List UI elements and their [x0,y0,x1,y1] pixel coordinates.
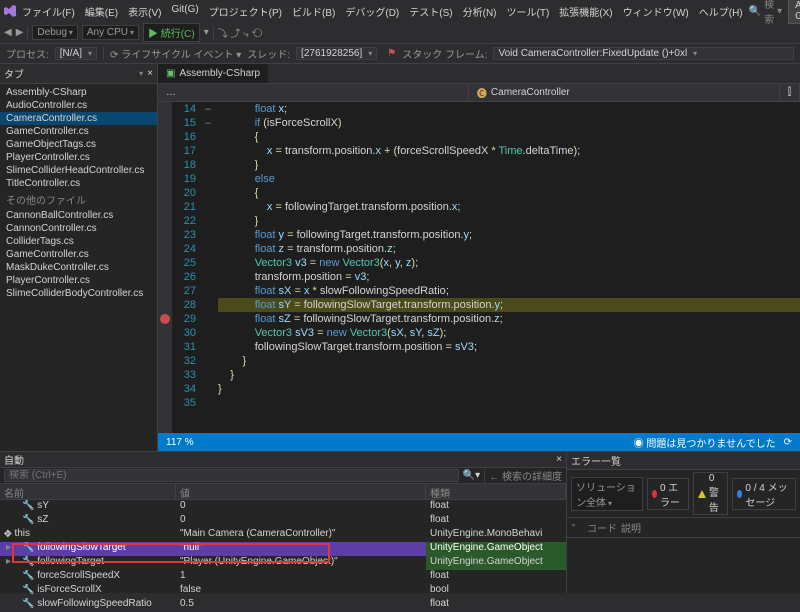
back-icon[interactable]: ◀ [4,27,12,38]
stackframe-combo[interactable]: Void CameraController:FixedUpdate ()+0xl [493,47,794,60]
autos-row[interactable]: 🔧 forceScrollSpeedX1float [0,570,566,584]
menu-item[interactable]: ビルド(B) [288,2,339,21]
file-item[interactable]: AudioController.cs [0,99,157,112]
autos-row[interactable]: ▸🔧 followingTarget"Player (UnityEngine.G… [0,556,566,570]
autos-row[interactable]: 🔧 isForceScrollXfalsebool [0,584,566,598]
menu-item[interactable]: テスト(S) [405,2,456,21]
close-icon[interactable]: × [556,454,562,465]
autos-col-value[interactable]: 値 [176,484,426,499]
quick-search[interactable]: 🔍検索▾ [749,0,782,26]
breakpoint-icon[interactable] [160,314,170,324]
flag-icon[interactable]: ⚑ [387,48,396,59]
breadcrumb-class[interactable]: 🅒 CameraController [469,84,780,101]
csharp-icon: ▣ [166,68,175,79]
menu-item[interactable]: Git(G) [167,2,202,21]
thread-combo[interactable]: [2761928256] [296,47,377,60]
config-dropdown[interactable]: Debug [32,25,77,40]
menu-item[interactable]: 分析(N) [459,2,501,21]
menu-item[interactable]: ファイル(F) [18,2,79,21]
menu-item[interactable]: ウィンドウ(W) [619,2,693,21]
zoom-level[interactable]: 117 % [166,437,194,448]
menu-item[interactable]: 拡張機能(X) [555,2,616,21]
file-item[interactable]: CannonBallController.cs [0,209,157,222]
code-editor[interactable]: 1415161718192021222324252627282930313233… [158,102,800,433]
autos-row[interactable]: 🔧 sY0float [0,500,566,514]
file-item[interactable]: MaskDukeController.cs [0,261,157,274]
autos-row[interactable]: 🔧 slowFollowingSpeedRatio0.5float [0,598,566,612]
errlist-col-desc[interactable]: 説明 [621,520,641,535]
file-item[interactable]: PlayerController.cs [0,274,157,287]
errorlist-tab: エラー一覧 [571,453,621,468]
file-item[interactable]: Assembly-CSharp [0,86,157,99]
autos-tab: 自動 [4,452,24,467]
vs-logo-icon [4,4,16,18]
autos-col-name[interactable]: 名前 [0,484,176,499]
editor-tab[interactable]: ▣ Assembly-CSharp [158,64,268,83]
file-item[interactable]: SlimeColliderBodyController.cs [0,287,157,300]
close-icon[interactable]: × [147,68,153,79]
error-counter[interactable]: 0 エラー [647,478,689,510]
menu-item[interactable]: プロジェクト(P) [205,2,286,21]
platform-dropdown[interactable]: Any CPU [82,25,139,40]
file-item[interactable]: CannonController.cs [0,222,157,235]
lifecycle-events[interactable]: ⟳ ライフサイクル イベント ▾ [110,46,241,61]
search-icon[interactable]: 🔍▾ [463,470,480,481]
autos-row[interactable]: ▸🔧 followingSlowTarget"null"UnityEngine.… [0,542,566,556]
errlist-col-code[interactable]: コード [587,520,617,535]
scope-dropdown[interactable]: ソリューション全体 [571,477,643,511]
menu-item[interactable]: 表示(V) [124,2,165,21]
issues-status[interactable]: ◉ 問題は見つかりませんでした [634,435,776,450]
thread-label: スレッド: [247,46,290,61]
file-item[interactable]: GameObjectTags.cs [0,138,157,151]
solution-tab-label: タブ [4,66,24,81]
menubar: ファイル(F)編集(E)表示(V)Git(G)プロジェクト(P)ビルド(B)デバ… [18,2,747,21]
expand-icon[interactable]: ▸ [6,556,11,567]
autos-row[interactable]: ▸◆ this"Main Camera (CameraController)"U… [0,528,566,542]
autos-search-input[interactable] [4,469,459,482]
step-icons[interactable]: ⤵ ⤴ ⤷ ⟲ [218,25,263,40]
solution-name[interactable]: Action-Game [788,0,800,24]
search-depth-label: ← 検索の詳細度 [489,468,562,483]
file-item[interactable]: CameraController.cs [0,112,157,125]
refresh-icon[interactable]: ⟳ [784,437,792,448]
menu-item[interactable]: 編集(E) [81,2,122,21]
continue-button[interactable]: ▶ 続行(C) [143,23,200,42]
breadcrumb-left[interactable]: … [158,84,469,101]
file-list: Assembly-CSharpAudioController.csCameraC… [0,84,157,302]
file-item[interactable]: SlimeColliderHeadController.cs [0,164,157,177]
stackframe-label: スタック フレーム: [402,46,487,61]
process-combo[interactable]: [N/A] [55,47,97,60]
forward-icon[interactable]: ▶ [16,27,24,38]
message-counter[interactable]: 0 / 4 メッセージ [732,478,796,510]
expand-icon[interactable]: ▸ [6,542,11,553]
split-icon[interactable]: ⫿ [780,84,800,101]
autos-row[interactable]: 🔧 sZ0float [0,514,566,528]
menu-item[interactable]: デバッグ(D) [341,2,403,21]
file-item[interactable]: GameController.cs [0,248,157,261]
file-item[interactable]: PlayerController.cs [0,151,157,164]
file-item[interactable]: GameController.cs [0,125,157,138]
file-item[interactable]: ColliderTags.cs [0,235,157,248]
autos-col-type[interactable]: 種類 [426,484,566,499]
file-item[interactable]: TitleController.cs [0,177,157,190]
menu-item[interactable]: ヘルプ(H) [695,2,747,21]
process-label: プロセス: [6,46,49,61]
menu-item[interactable]: ツール(T) [503,2,554,21]
expand-icon[interactable]: ▸ [6,528,11,539]
warning-counter[interactable]: 0 警告 [693,472,728,515]
